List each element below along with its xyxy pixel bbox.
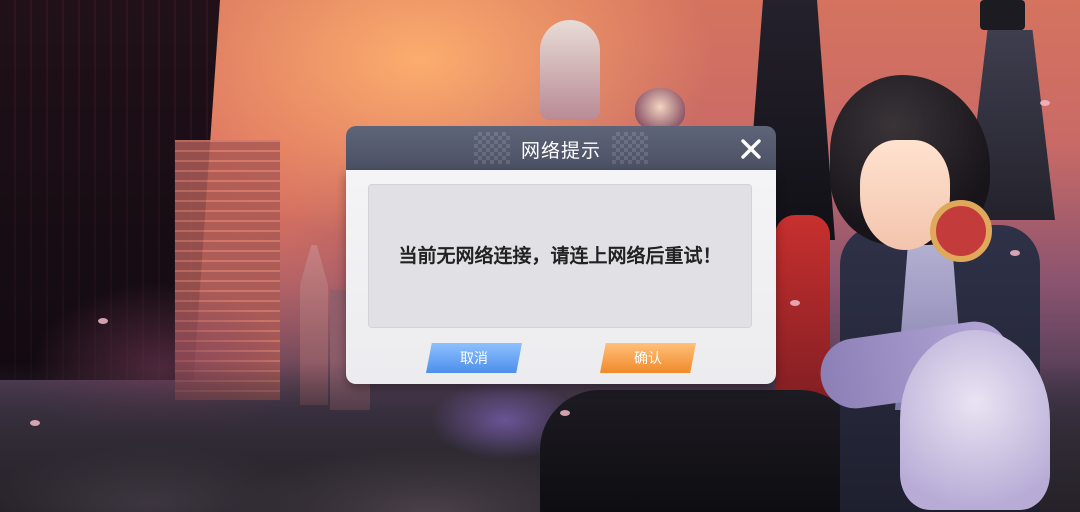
petal <box>98 318 108 324</box>
character-hooded <box>635 88 685 130</box>
close-icon <box>741 139 761 159</box>
cancel-button[interactable]: 取消 <box>426 343 522 373</box>
confirm-button[interactable]: 确认 <box>600 343 696 373</box>
network-alert-dialog: 网络提示 当前无网络连接，请连上网络后重试！ 取消 确认 <box>346 126 776 384</box>
character-silver-hair <box>540 20 600 120</box>
headphone <box>930 200 992 262</box>
petal <box>1040 100 1050 106</box>
close-button[interactable] <box>736 134 766 164</box>
dialog-body: 当前无网络连接，请连上网络后重试！ 取消 确认 <box>346 170 776 384</box>
petal <box>30 420 40 426</box>
fox-spirit <box>900 330 1050 510</box>
petal <box>1010 250 1020 256</box>
character-legs <box>540 390 860 512</box>
petal <box>560 410 570 416</box>
top-hat <box>980 0 1025 30</box>
dialog-message: 当前无网络连接，请连上网络后重试！ <box>398 245 722 267</box>
petal <box>790 300 800 306</box>
dialog-header: 网络提示 <box>346 126 776 172</box>
message-box: 当前无网络连接，请连上网络后重试！ <box>368 184 752 328</box>
dialog-title: 网络提示 <box>520 140 601 162</box>
